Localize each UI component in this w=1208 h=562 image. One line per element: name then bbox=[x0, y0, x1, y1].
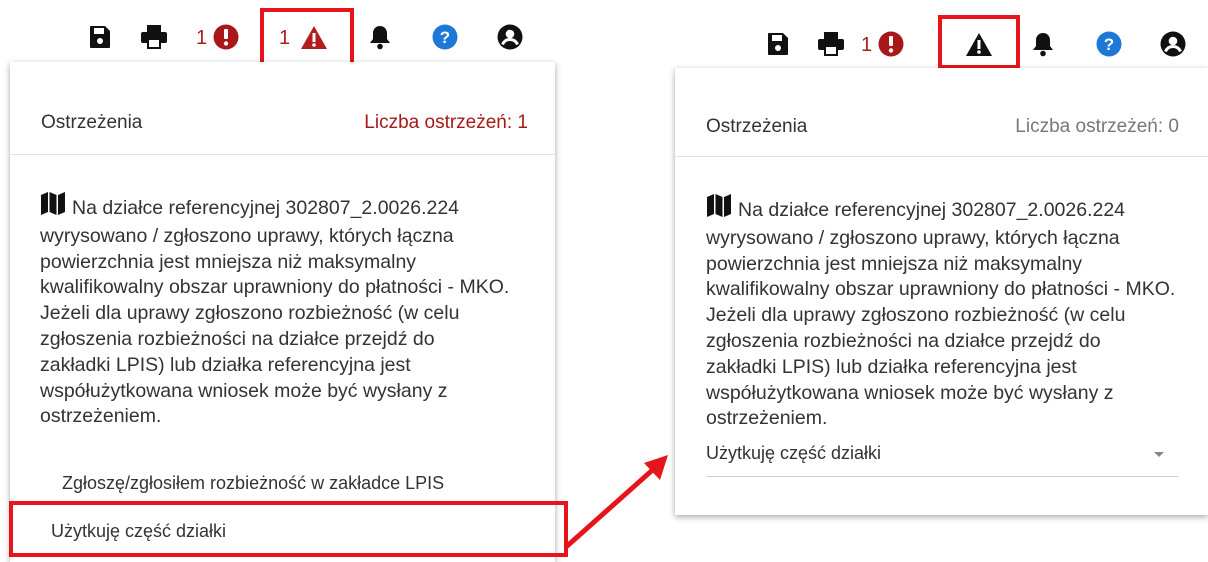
svg-text:?: ? bbox=[440, 28, 450, 47]
print-icon[interactable] bbox=[141, 24, 167, 50]
bell-icon[interactable] bbox=[368, 23, 392, 51]
error-icon[interactable] bbox=[877, 30, 905, 58]
svg-text:?: ? bbox=[1104, 35, 1114, 54]
warning-count-label: Liczba ostrzeżeń: 0 bbox=[1015, 116, 1179, 137]
account-icon[interactable] bbox=[496, 23, 524, 51]
account-icon[interactable] bbox=[1159, 30, 1187, 58]
warning-message-text: Na działce referencyjnej 302807_2.0026.2… bbox=[706, 199, 1176, 430]
save-icon[interactable] bbox=[88, 24, 112, 50]
divider bbox=[675, 156, 1208, 157]
print-icon[interactable] bbox=[818, 31, 844, 57]
error-count: 1 bbox=[861, 34, 873, 56]
help-icon[interactable]: ? bbox=[431, 23, 459, 51]
warning-message: Na działce referencyjnej 302807_2.0026.2… bbox=[40, 191, 510, 430]
warning-highlight-box bbox=[938, 15, 1020, 69]
error-count: 1 bbox=[196, 27, 208, 49]
option-highlight-box bbox=[9, 501, 568, 557]
bell-icon[interactable] bbox=[1031, 30, 1055, 58]
option-reported-discrepancy[interactable]: Zgłoszę/zgłosiłem rozbieżność w zakładce… bbox=[62, 473, 444, 494]
warning-count-label: Liczba ostrzeżeń: 1 bbox=[364, 112, 528, 133]
arrow-icon bbox=[564, 455, 668, 549]
warning-message: Na działce referencyjnej 302807_2.0026.2… bbox=[706, 193, 1176, 432]
divider bbox=[10, 154, 555, 155]
panel-title: Ostrzeżenia bbox=[41, 112, 143, 133]
warning-message-text: Na działce referencyjnej 302807_2.0026.2… bbox=[40, 197, 510, 428]
help-icon[interactable]: ? bbox=[1095, 30, 1123, 58]
chevron-down-icon bbox=[1154, 452, 1164, 457]
error-icon[interactable] bbox=[212, 23, 240, 51]
warning-highlight-box bbox=[260, 8, 354, 66]
usage-select[interactable]: Użytkuję część działki bbox=[706, 436, 1178, 477]
warnings-panel: Ostrzeżenia Liczba ostrzeżeń: 0 Na dział… bbox=[675, 68, 1208, 515]
map-icon bbox=[706, 193, 732, 226]
panel-title: Ostrzeżenia bbox=[706, 116, 808, 137]
select-value: Użytkuję część działki bbox=[706, 443, 882, 463]
save-icon[interactable] bbox=[766, 31, 790, 57]
warnings-panel: Ostrzeżenia Liczba ostrzeżeń: 1 Na dział… bbox=[10, 62, 555, 562]
map-icon bbox=[40, 191, 66, 224]
